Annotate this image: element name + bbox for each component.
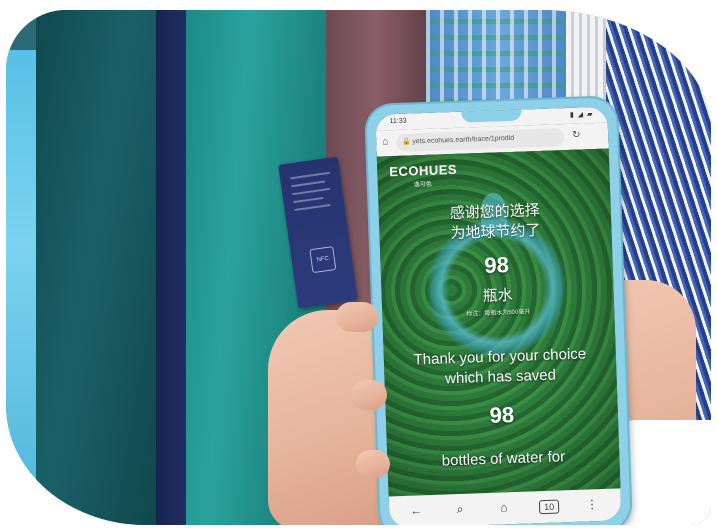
back-arrow-icon[interactable]: ← xyxy=(407,503,425,518)
left-thumb xyxy=(336,302,378,332)
brand-logo: ECOHUES xyxy=(389,161,458,180)
left-hand xyxy=(268,310,388,525)
tag-text-line xyxy=(293,196,324,204)
tag-text-line xyxy=(292,187,331,196)
menu-icon[interactable]: ⋮ xyxy=(583,497,601,512)
photo: NFC 11:33 ▮ ◢ ▰ ⌂ 🔒 yets.ecohues.earth/t… xyxy=(6,10,711,525)
phone-screen: 11:33 ▮ ◢ ▰ ⌂ 🔒 yets.ecohues.earth/trace… xyxy=(375,106,622,525)
scene: NFC 11:33 ▮ ◢ ▰ ⌂ 🔒 yets.ecohues.earth/t… xyxy=(0,0,717,530)
search-icon[interactable]: ⌕ xyxy=(451,502,470,518)
status-icons: ▮ ◢ ▰ xyxy=(569,111,594,119)
camera-notch xyxy=(461,109,522,123)
nfc-icon: NFC xyxy=(309,246,337,274)
left-finger xyxy=(351,380,387,410)
tag-text-line xyxy=(291,180,326,188)
saved-count-en: 98 xyxy=(489,402,515,428)
home-icon[interactable]: ⌂ xyxy=(495,500,513,515)
url-input[interactable]: 🔒 yets.ecohues.earth/trace/1prodid xyxy=(395,128,565,152)
reload-icon[interactable]: ↻ xyxy=(572,130,581,141)
left-finger xyxy=(356,450,390,478)
tag-text-line xyxy=(290,171,330,180)
headline-en-3: bottles of water for xyxy=(441,448,566,470)
tabs-count-icon[interactable]: 10 xyxy=(538,499,560,515)
smartphone: 11:33 ▮ ◢ ▰ ⌂ 🔒 yets.ecohues.earth/trace… xyxy=(366,97,631,525)
tag-text-line xyxy=(294,204,331,212)
brand-subtitle: 逸可色 xyxy=(413,181,432,189)
saved-count-cn: 98 xyxy=(483,252,510,278)
home-icon[interactable]: ⌂ xyxy=(382,136,388,147)
web-page: ECOHUES 逸可色 感谢您的选择 为地球节约了 98 瓶水 标注：每瓶水为5… xyxy=(376,148,621,497)
lock-icon: 🔒 xyxy=(402,138,412,146)
url-text: yets.ecohues.earth/trace/1prodid xyxy=(412,134,515,146)
status-time: 11:33 xyxy=(389,117,407,126)
